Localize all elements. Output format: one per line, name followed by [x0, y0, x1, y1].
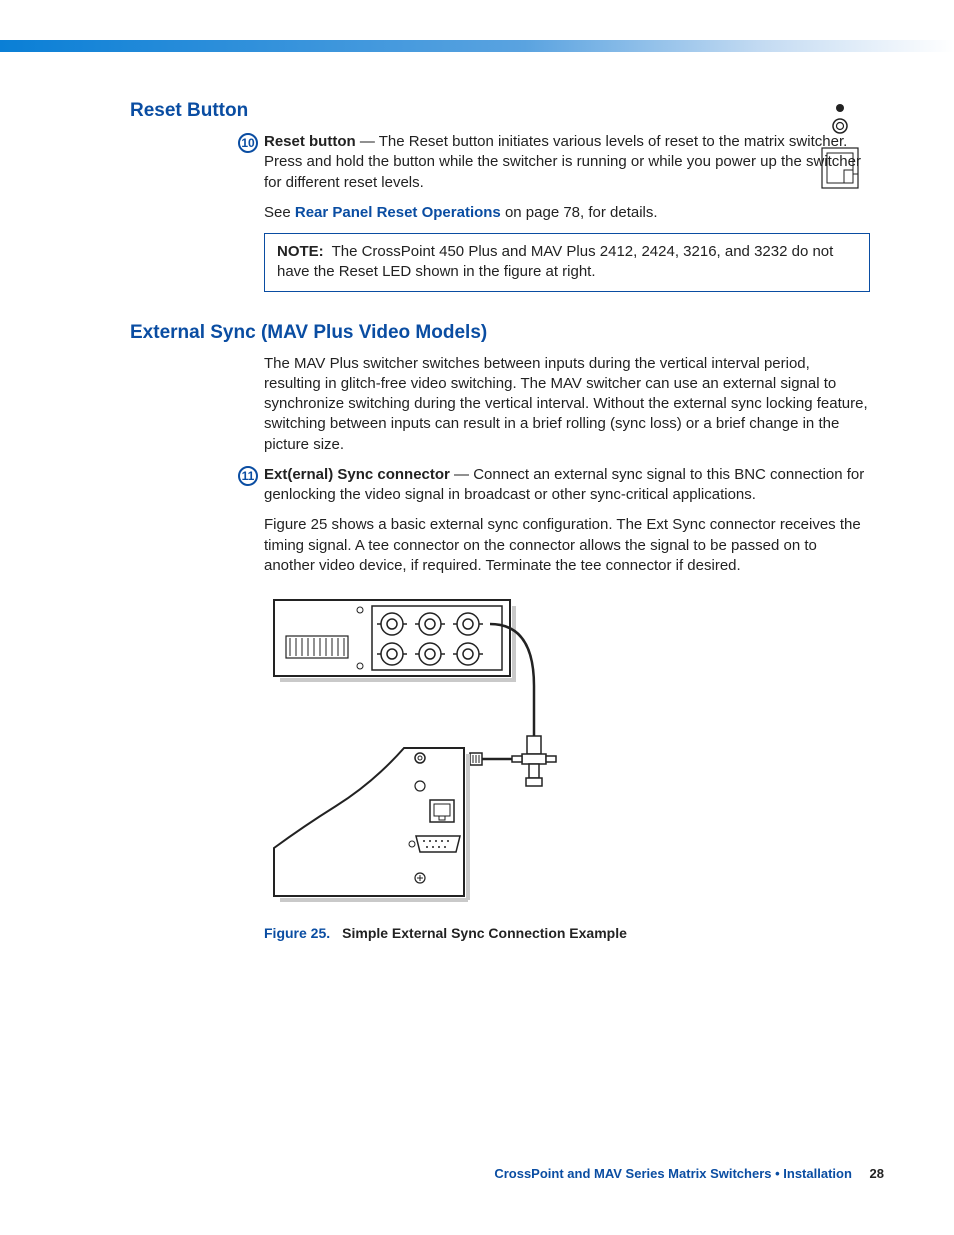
callout-11-body: Ext(ernal) Sync connector — Connect an e… — [264, 465, 870, 506]
callout-10-body: Reset button — The Reset button initiate… — [264, 132, 870, 193]
callout-number-11: 11 — [238, 466, 258, 486]
header-accent-bar — [0, 40, 954, 52]
footer-text: CrossPoint and MAV Series Matrix Switche… — [494, 1166, 852, 1181]
see-prefix: See — [264, 204, 295, 221]
note-text: The CrossPoint 450 Plus and MAV Plus 241… — [277, 243, 833, 280]
see-suffix: on page 78, for details. — [501, 204, 658, 221]
reset-see-line: See Rear Panel Reset Operations on page … — [264, 203, 870, 223]
rear-panel-reset-link[interactable]: Rear Panel Reset Operations — [295, 204, 501, 221]
note-label: NOTE: — [277, 243, 324, 260]
heading-extsync: External Sync (MAV Plus Video Models) — [130, 322, 870, 344]
page-content: Reset Button 10 Reset button — The Reset… — [130, 100, 870, 941]
figure-25-diagram — [264, 596, 584, 911]
footer-page-number: 28 — [870, 1166, 884, 1181]
section-external-sync: External Sync (MAV Plus Video Models) Th… — [130, 322, 870, 942]
section-reset: Reset Button 10 Reset button — The Reset… — [130, 100, 870, 292]
callout-11: 11 Ext(ernal) Sync connector — Connect a… — [238, 465, 870, 506]
extsync-intro: The MAV Plus switcher switches between i… — [264, 354, 870, 455]
figure-title: Simple External Sync Connection Example — [342, 925, 627, 941]
extsync-para2: Figure 25 shows a basic external sync co… — [264, 515, 870, 576]
figure-label: Figure 25. — [264, 925, 330, 941]
page-footer: CrossPoint and MAV Series Matrix Switche… — [0, 1166, 884, 1181]
page: Reset Button 10 Reset button — The Reset… — [0, 0, 954, 1235]
callout-11-label: Ext(ernal) Sync connector — [264, 466, 450, 483]
figure-25: Figure 25. Simple External Sync Connectio… — [264, 596, 870, 941]
reset-panel-diagram — [810, 100, 870, 210]
callout-10-label: Reset button — [264, 133, 356, 150]
callout-10: 10 Reset button — The Reset button initi… — [238, 132, 870, 193]
callout-number-10: 10 — [238, 133, 258, 153]
note-box: NOTE: The CrossPoint 450 Plus and MAV Pl… — [264, 233, 870, 292]
heading-reset: Reset Button — [130, 100, 870, 122]
figure-25-caption: Figure 25. Simple External Sync Connectio… — [264, 925, 870, 941]
